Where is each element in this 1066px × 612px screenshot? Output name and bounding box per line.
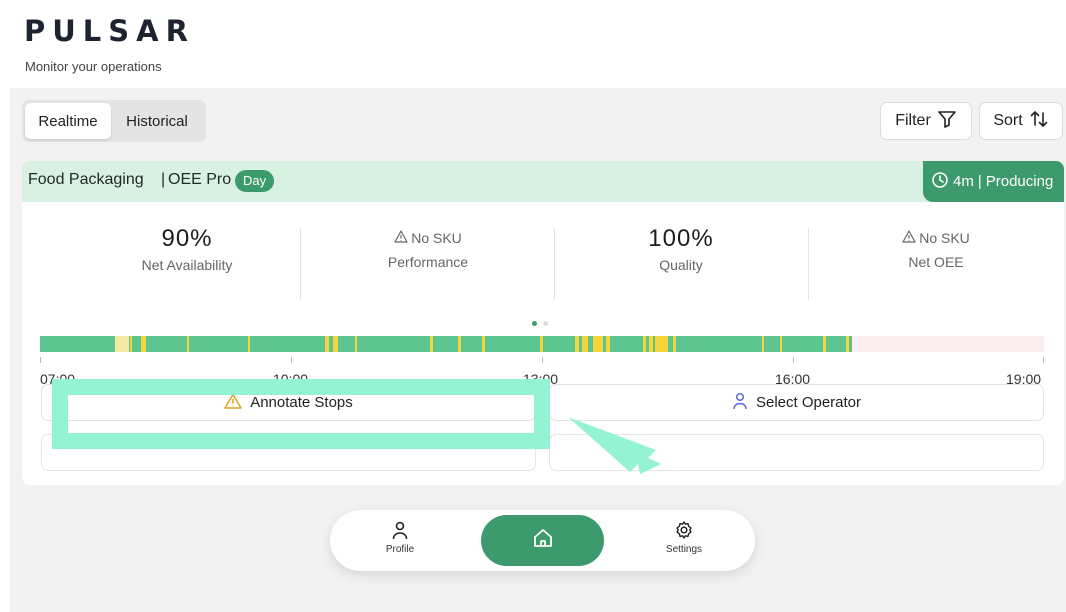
timeline-stop-segment[interactable] [248, 336, 250, 352]
axis-tick [291, 357, 292, 363]
metric-label: Performance [387, 254, 469, 270]
metric-label: Quality [659, 257, 703, 273]
shift-badge: Day [235, 170, 275, 192]
status-pill: 4m | Producing [923, 161, 1064, 202]
tab-realtime[interactable]: Realtime [25, 103, 111, 139]
timeline-stop-segment[interactable] [141, 336, 146, 352]
timeline-stop-segment[interactable] [762, 336, 764, 352]
timeline-stop-segment[interactable] [593, 336, 603, 352]
timeline-stop-segment[interactable] [655, 336, 668, 352]
metric-divider [554, 228, 555, 300]
metric-value: 100% [648, 225, 714, 252]
nav-home[interactable] [481, 515, 604, 566]
pointer-arrow-icon [568, 417, 661, 474]
sort-icon [1029, 109, 1049, 134]
app-logo: PULSAR [24, 14, 195, 48]
nav-profile[interactable]: Profile [360, 520, 440, 555]
clock-icon [931, 171, 949, 193]
highlight-box [52, 379, 550, 449]
timeline-stop-segment[interactable] [780, 336, 782, 352]
timeline-stop-segment[interactable] [325, 336, 329, 352]
timeline-stop-segment[interactable] [115, 336, 129, 352]
nav-profile-label: Profile [385, 544, 415, 555]
timeline-stop-segment[interactable] [482, 336, 485, 352]
nav-settings-label: Settings [665, 544, 703, 555]
timeline-stop-segment[interactable] [846, 336, 849, 352]
timeline-stop-segment[interactable] [643, 336, 646, 352]
status-duration: 4m [953, 173, 974, 190]
metric-performance: No SKU Performance [353, 230, 503, 270]
timeline-producing [40, 336, 852, 352]
timeline-stop-segment[interactable] [606, 336, 610, 352]
view-mode-toggle: Realtime Historical [22, 100, 206, 142]
user-icon [360, 520, 440, 543]
timeline-stop-segment[interactable] [458, 336, 461, 352]
timeline-stop-segment[interactable] [649, 336, 653, 352]
line-name: Food Packaging [28, 171, 144, 188]
timeline-stop-segment[interactable] [333, 336, 338, 352]
metric-quality: 100% Quality [606, 225, 756, 273]
axis-tick [1043, 357, 1044, 363]
sort-button[interactable]: Sort [979, 102, 1063, 140]
user-icon [732, 392, 748, 414]
status-divider: | [977, 173, 982, 190]
metric-divider [808, 228, 809, 300]
tab-historical[interactable]: Historical [111, 103, 203, 139]
sort-label: Sort [993, 112, 1023, 129]
timeline-stop-segment[interactable] [673, 336, 676, 352]
filter-label: Filter [895, 112, 931, 129]
metric-value: No SKU [353, 230, 503, 246]
nav-settings[interactable]: Settings [644, 520, 724, 555]
gear-icon [644, 520, 724, 543]
app-header: PULSAR Monitor your operations [0, 0, 1066, 88]
timeline-stop-segment[interactable] [130, 336, 132, 352]
pager-dot[interactable] [543, 321, 548, 326]
timeline-stop-segment[interactable] [582, 336, 588, 352]
timeline-stop-segment[interactable] [355, 336, 357, 352]
app-tagline: Monitor your operations [25, 59, 162, 74]
timeline-stop-segment[interactable] [540, 336, 543, 352]
warning-icon [394, 230, 408, 246]
production-timeline[interactable] [40, 336, 1044, 352]
status-state: Producing [985, 173, 1054, 190]
timeline-stop-segment[interactable] [187, 336, 189, 352]
metric-value-text: No SKU [411, 230, 462, 246]
metric-label: Net Availability [141, 257, 233, 273]
axis-tick [793, 357, 794, 363]
metric-value: No SKU [861, 230, 1011, 246]
line-product: OEE Pro [168, 171, 232, 188]
warning-icon [902, 230, 916, 246]
timeline-stop-segment[interactable] [823, 336, 826, 352]
timeline-axis: 07:00 10:00 13:00 16:00 19:00 [40, 357, 1044, 387]
timeline-stop-segment[interactable] [575, 336, 579, 352]
metric-divider [300, 228, 301, 300]
axis-tick [40, 357, 41, 363]
bottom-nav: Profile Settings [330, 510, 755, 571]
line-card-header: Food Packaging | OEE Pro Day 4m | Produc… [22, 161, 1064, 202]
filter-button[interactable]: Filter [880, 102, 972, 140]
select-operator-label: Select Operator [755, 394, 862, 411]
line-separator: | [161, 171, 166, 188]
axis-tick [542, 357, 543, 363]
home-icon [532, 527, 554, 554]
filter-icon [937, 109, 957, 134]
metric-value-text: No SKU [919, 230, 970, 246]
metric-value: 90% [161, 225, 213, 252]
metric-net-oee: No SKU Net OEE [861, 230, 1011, 270]
pager-dot-active[interactable] [532, 321, 537, 326]
metric-net-availability: 90% Net Availability [112, 225, 262, 273]
metrics-pager[interactable] [532, 321, 548, 326]
metric-label: Net OEE [908, 254, 964, 270]
timeline-stop-segment[interactable] [430, 336, 433, 352]
